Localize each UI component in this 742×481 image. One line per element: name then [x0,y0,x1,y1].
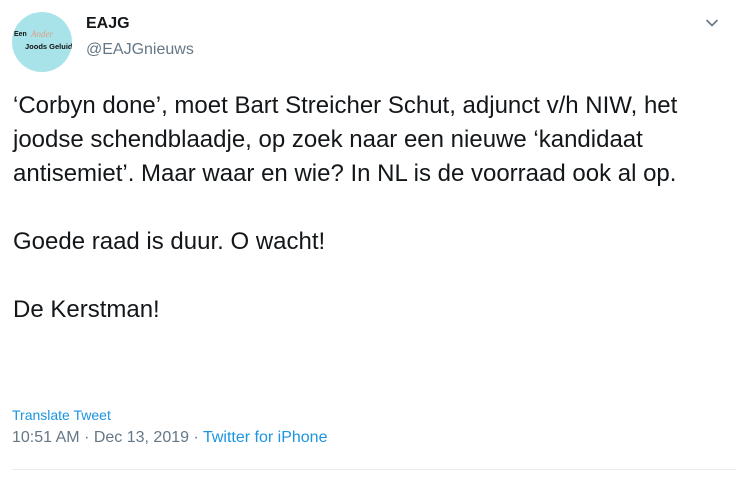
meta-separator: · [193,429,199,446]
author-name[interactable]: EAJG [86,15,130,33]
tweet-paragraph: De Kerstman! [13,296,160,323]
translate-tweet-link[interactable]: Translate Tweet [12,407,111,423]
tweet-time[interactable]: 10:51 AM [12,429,80,446]
tweet-text: ‘Corbyn done’, moet Bart Streicher Schut… [13,89,733,327]
avatar-text-joods-geluid: Joods Geluid [25,42,72,51]
tweet-meta: 10:51 AM · Dec 13, 2019 · Twitter for iP… [12,429,327,447]
meta-separator: · [84,429,90,446]
tweet-source-link[interactable]: Twitter for iPhone [203,429,328,446]
chevron-down-icon[interactable] [704,15,720,31]
avatar-text-ander: Ander [31,29,53,39]
tweet-paragraph: ‘Corbyn done’, moet Bart Streicher Schut… [13,92,678,187]
divider [12,469,736,470]
author-handle[interactable]: @EAJGnieuws [86,41,194,59]
avatar[interactable]: Een Ander Joods Geluid [12,12,72,72]
avatar-text-een: Een [14,31,27,38]
tweet-paragraph: Goede raad is duur. O wacht! [13,228,326,255]
tweet-date[interactable]: Dec 13, 2019 [94,429,189,446]
